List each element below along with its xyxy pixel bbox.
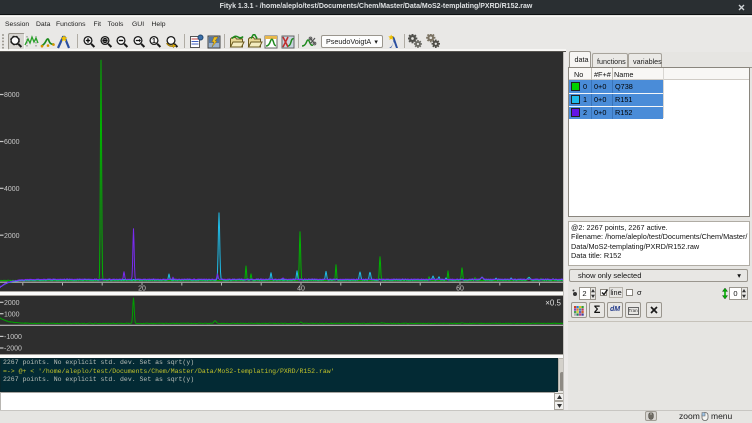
svg-text:2000: 2000: [4, 300, 20, 307]
svg-text:1: 1: [152, 38, 156, 45]
svg-text:6000: 6000: [4, 139, 20, 146]
svg-text:1000: 1000: [4, 311, 20, 318]
svg-text:-1000: -1000: [4, 334, 22, 341]
svg-text:4000: 4000: [4, 186, 20, 193]
svg-text:×0.5: ×0.5: [545, 298, 561, 307]
svg-text:8000: 8000: [4, 92, 20, 99]
svg-text:2000: 2000: [4, 233, 20, 240]
svg-text:-2000: -2000: [4, 346, 22, 353]
